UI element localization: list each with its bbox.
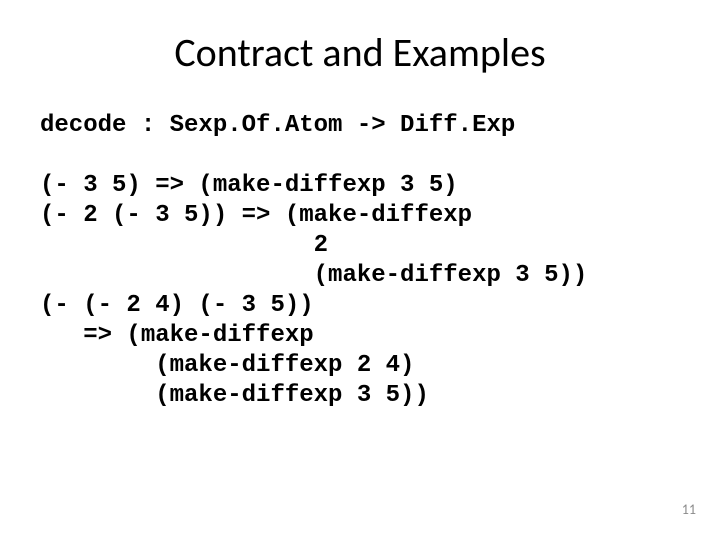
code-line: (make-diffexp 2 4)	[40, 352, 414, 379]
code-block: decode : Sexp.Of.Atom -> Diff.Exp (- 3 5…	[40, 111, 680, 411]
page-number: 11	[682, 501, 696, 518]
slide-title: Contract and Examples	[40, 28, 680, 77]
slide: Contract and Examples decode : Sexp.Of.A…	[0, 0, 720, 540]
code-line: 2	[40, 232, 328, 259]
code-line: (- (- 2 4) (- 3 5))	[40, 292, 314, 319]
code-line: (make-diffexp 3 5))	[40, 262, 587, 289]
code-line: (make-diffexp 3 5))	[40, 382, 429, 409]
code-line: (- 2 (- 3 5)) => (make-diffexp	[40, 202, 472, 229]
code-line: decode : Sexp.Of.Atom -> Diff.Exp	[40, 112, 515, 139]
code-line: => (make-diffexp	[40, 322, 314, 349]
code-line: (- 3 5) => (make-diffexp 3 5)	[40, 172, 458, 199]
